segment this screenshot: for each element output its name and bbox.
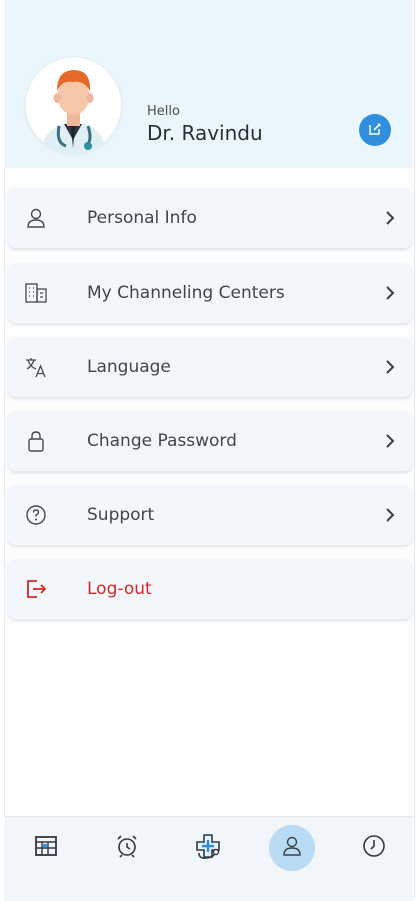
nav-alarm-button[interactable] bbox=[104, 825, 150, 871]
logout-icon bbox=[24, 577, 48, 601]
edit-icon bbox=[368, 121, 382, 140]
chevron-right-icon bbox=[380, 357, 400, 377]
nav-calendar-button[interactable] bbox=[23, 825, 69, 871]
menu-label: Personal Info bbox=[87, 208, 197, 228]
chevron-right-icon bbox=[380, 283, 400, 303]
profile-icon bbox=[280, 834, 304, 862]
bottom-navigation bbox=[4, 816, 413, 901]
menu-label: Log-out bbox=[87, 579, 152, 599]
menu-label: Language bbox=[87, 357, 171, 377]
menu-item-change-password[interactable]: Change Password bbox=[8, 411, 412, 471]
help-circle-icon bbox=[24, 503, 48, 527]
lock-icon bbox=[24, 429, 48, 453]
chevron-right-icon bbox=[380, 208, 400, 228]
buildings-icon bbox=[24, 281, 48, 305]
person-icon bbox=[24, 206, 48, 230]
menu-label: Support bbox=[87, 505, 155, 525]
menu-item-support[interactable]: Support bbox=[8, 485, 412, 545]
chevron-right-icon bbox=[380, 505, 400, 525]
menu-label: Change Password bbox=[87, 431, 237, 451]
menu-label: My Channeling Centers bbox=[87, 283, 285, 303]
translate-icon bbox=[24, 355, 48, 379]
calendar-grid-icon bbox=[34, 834, 58, 862]
menu-item-language[interactable]: Language bbox=[8, 337, 412, 397]
menu-item-personal-info[interactable]: Personal Info bbox=[8, 188, 412, 248]
menu-item-channeling-centers[interactable]: My Channeling Centers bbox=[8, 263, 412, 323]
doctor-avatar-icon bbox=[26, 58, 121, 153]
nav-history-button[interactable] bbox=[351, 825, 397, 871]
edit-profile-button[interactable] bbox=[359, 114, 391, 146]
greeting-text: Hello bbox=[147, 104, 180, 119]
nav-profile-button[interactable] bbox=[269, 825, 315, 871]
menu-item-logout[interactable]: Log-out bbox=[8, 559, 412, 619]
chevron-right-icon bbox=[380, 431, 400, 451]
alarm-clock-icon bbox=[115, 834, 139, 862]
history-clock-icon bbox=[362, 834, 386, 862]
medical-stethoscope-icon bbox=[193, 831, 223, 865]
doctor-name: Dr. Ravindu bbox=[147, 121, 263, 145]
nav-medical-button[interactable] bbox=[185, 825, 231, 871]
